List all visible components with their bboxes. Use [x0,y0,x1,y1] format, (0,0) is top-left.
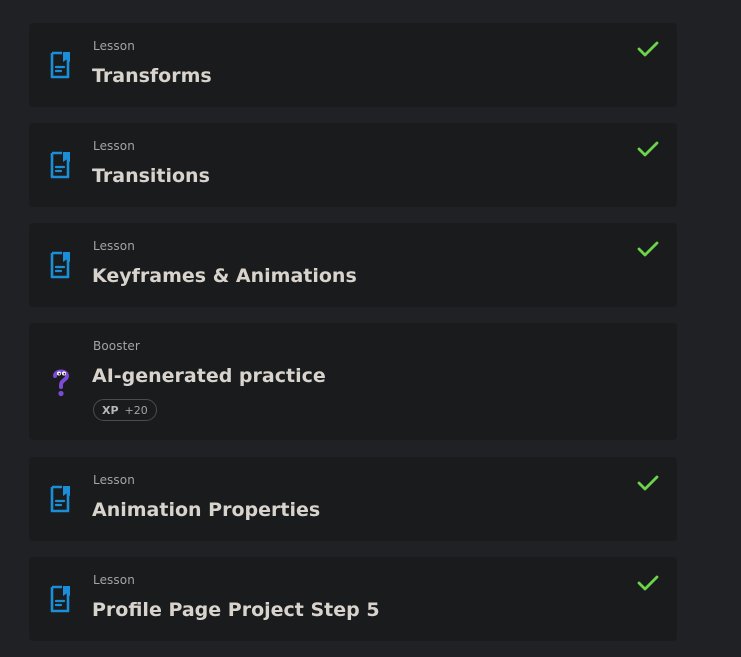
question-mark-icon [53,369,70,397]
item-title[interactable]: Keyframes & Animations [92,265,357,287]
xp-badge: XP +20 [93,399,157,421]
course-item-card[interactable]: Lesson Transforms [29,23,677,107]
item-kind-label: Lesson [93,573,135,587]
xp-label: XP [102,403,119,417]
item-kind-label: Lesson [93,239,135,253]
checkmark-icon [637,575,659,591]
lesson-document-icon [50,585,70,613]
item-title[interactable]: Animation Properties [92,499,320,521]
lesson-document-icon [50,251,70,279]
checkmark-icon [637,241,659,257]
course-item-list: Lesson Transforms Lesson Transitions Les… [29,23,677,657]
course-item-card-booster[interactable]: Booster AI-generated practice XP +20 [29,323,677,440]
item-kind-label: Booster [93,339,140,353]
checkmark-icon [637,141,659,157]
course-item-card[interactable]: Lesson Profile Page Project Step 5 [29,557,677,641]
lesson-document-icon [50,151,70,179]
item-kind-label: Lesson [93,39,135,53]
course-item-card[interactable]: Lesson Animation Properties [29,457,677,541]
item-kind-label: Lesson [93,473,135,487]
course-item-card[interactable]: Lesson Keyframes & Animations [29,223,677,307]
item-title[interactable]: Transitions [92,165,210,187]
item-title[interactable]: Profile Page Project Step 5 [92,599,380,621]
lesson-document-icon [50,51,70,79]
item-title[interactable]: AI-generated practice [92,365,326,387]
xp-value: +20 [124,403,148,417]
course-item-card[interactable]: Lesson Transitions [29,123,677,207]
checkmark-icon [637,41,659,57]
checkmark-icon [637,475,659,491]
item-kind-label: Lesson [93,139,135,153]
item-title[interactable]: Transforms [92,65,212,87]
lesson-document-icon [50,485,70,513]
